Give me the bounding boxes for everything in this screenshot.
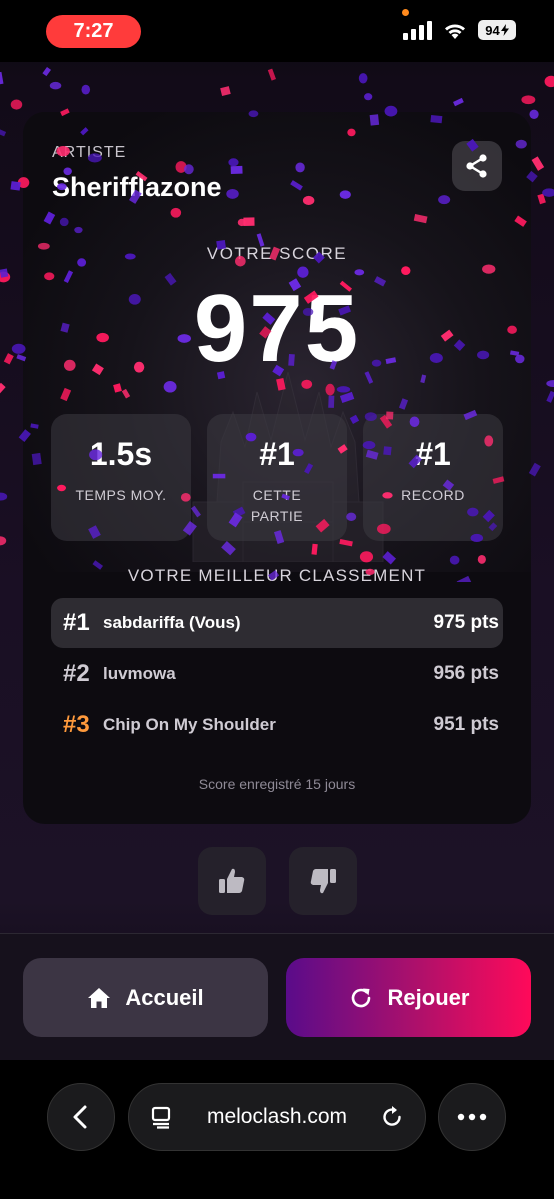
dislike-button[interactable] <box>289 847 357 915</box>
like-button[interactable] <box>198 847 266 915</box>
confetti-piece <box>0 127 7 137</box>
leaderboard-row: #1 sabdariffa (Vous) 975 pts <box>51 598 503 648</box>
signal-icon <box>403 20 432 40</box>
confetti-piece <box>544 75 554 88</box>
best-ranking-label: VOTRE MEILLEUR CLASSEMENT <box>127 566 427 585</box>
score-value: 975 <box>193 275 361 382</box>
confetti-piece <box>81 84 91 95</box>
home-button-label: Accueil <box>125 984 204 1010</box>
result-card: ARTISTE Sherifflazone VOTRE SCORE 975 1.… <box>23 112 531 824</box>
confetti-piece <box>453 97 464 107</box>
player-name: sabdariffa (Vous) <box>103 613 241 632</box>
artist-name: Sherifflazone <box>52 172 222 202</box>
replay-icon <box>351 988 370 1007</box>
stat-this-game: #1 CETTE PARTIE <box>207 414 347 541</box>
player-name: luvmowa <box>103 664 176 683</box>
replay-button[interactable]: Rejouer <box>286 958 531 1037</box>
confetti-piece <box>220 86 231 96</box>
stat-label: TEMPS MOY. <box>75 487 167 503</box>
player-points: 951 pts <box>433 714 499 735</box>
confetti-piece <box>10 181 21 191</box>
share-button[interactable] <box>452 141 502 191</box>
player-points: 956 pts <box>433 663 499 684</box>
stat-value: 1.5s <box>89 436 153 472</box>
confetti-piece <box>364 93 373 101</box>
thumbs-up-icon <box>219 868 245 893</box>
share-icon <box>466 154 487 178</box>
privacy-indicator-dot <box>402 9 409 16</box>
stat-label: CETTE PARTIE <box>250 487 304 524</box>
confetti-piece <box>3 353 14 365</box>
tabs-icon <box>151 1106 171 1129</box>
confetti-piece <box>267 68 276 81</box>
rank-position: #3 <box>63 711 90 738</box>
confetti-piece <box>521 95 536 105</box>
confetti-piece <box>0 492 8 501</box>
confetti-piece <box>0 271 11 283</box>
stat-value: #1 <box>259 436 295 472</box>
more-button[interactable] <box>438 1083 506 1151</box>
confetti-piece <box>546 380 554 388</box>
divider <box>0 933 554 934</box>
score-saved-note: Score enregistré 15 jours <box>198 776 356 792</box>
confetti-piece <box>0 71 4 86</box>
status-bar: 7:27 94 <box>0 0 554 62</box>
status-time[interactable]: 7:27 <box>46 15 141 48</box>
back-button[interactable] <box>47 1083 115 1151</box>
confetti-piece <box>42 66 52 77</box>
confetti-piece <box>542 188 554 197</box>
confetti-piece <box>0 536 7 546</box>
battery-icon: 94 <box>478 20 516 40</box>
replay-button-label: Rejouer <box>387 984 470 1010</box>
confetti-piece <box>0 268 9 278</box>
player-points: 975 pts <box>433 612 499 633</box>
back-arrow-icon <box>73 1105 87 1129</box>
address-bar[interactable]: meloclash.com <box>128 1083 426 1151</box>
stat-average-time: 1.5s TEMPS MOY. <box>51 414 191 541</box>
rank-position: #1 <box>63 609 90 636</box>
confetti-piece <box>10 99 23 110</box>
stat-record: #1 RECORD <box>363 414 503 541</box>
more-icon <box>457 1113 487 1121</box>
leaderboard-row: #2 luvmowa 956 pts <box>51 649 503 699</box>
thumbs-down-icon <box>310 869 336 894</box>
confetti-piece <box>49 81 62 90</box>
screen: 7:27 94 ARTISTE Sherifflazone VOTRE SCOR… <box>0 0 554 1199</box>
stat-value: #1 <box>415 436 451 472</box>
home-icon <box>88 987 111 1008</box>
battery-level: 94 <box>485 22 500 38</box>
url-text: meloclash.com <box>206 1105 348 1128</box>
home-button[interactable]: Accueil <box>23 958 268 1037</box>
stat-label: RECORD <box>401 487 465 503</box>
score-label: VOTRE SCORE <box>206 244 348 263</box>
confetti-piece <box>531 156 545 171</box>
player-name: Chip On My Shoulder <box>103 715 276 734</box>
reload-icon[interactable] <box>379 1104 405 1130</box>
artist-label: ARTISTE <box>52 144 127 161</box>
confetti-piece <box>537 193 546 205</box>
confetti-piece <box>358 73 368 84</box>
confetti-piece <box>546 390 554 403</box>
wifi-icon <box>445 24 465 39</box>
rank-position: #2 <box>63 660 90 687</box>
leaderboard-row: #3 Chip On My Shoulder 951 pts <box>51 700 503 750</box>
confetti-piece <box>0 382 6 396</box>
